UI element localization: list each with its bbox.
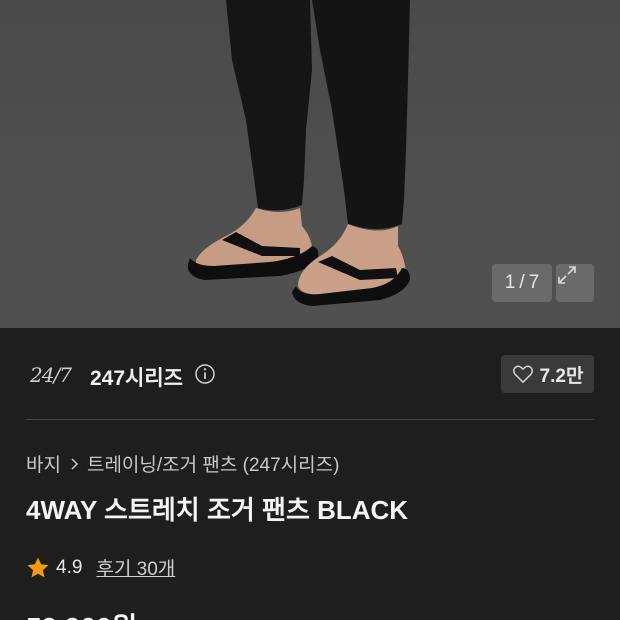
price: 59,900원: [26, 606, 137, 620]
divider: [26, 419, 594, 420]
product-title: 4WAY 스트레치 조거 팬츠 BLACK: [26, 495, 409, 525]
image-counter-total: 7: [528, 272, 540, 293]
brand-logo[interactable]: 24/7: [30, 363, 72, 387]
heart-icon: [512, 365, 533, 384]
right-pant-leg: [312, 0, 410, 229]
product-detail-page: 1 / 7 24/7 247시리즈 7.2만 바지 트레이닝/조거 팬츠 (24…: [0, 0, 620, 620]
breadcrumb-item-pants[interactable]: 바지: [26, 450, 61, 477]
brand-name[interactable]: 247시리즈: [90, 362, 183, 392]
expand-icon: [558, 266, 576, 284]
expand-button[interactable]: [556, 264, 594, 302]
product-image[interactable]: 1 / 7: [0, 0, 620, 328]
image-counter-current: 1: [504, 272, 516, 293]
like-button[interactable]: 7.2만: [501, 355, 594, 393]
star-icon: [27, 557, 49, 577]
image-counter: 1 / 7: [492, 264, 552, 302]
breadcrumb: 바지 트레이닝/조거 팬츠 (247시리즈): [26, 450, 339, 477]
rating-value: 4.9: [56, 556, 83, 578]
breadcrumb-item-category[interactable]: 트레이닝/조거 팬츠 (247시리즈): [87, 450, 339, 477]
chevron-right-icon: [71, 457, 79, 470]
left-pant-leg: [226, 0, 312, 211]
info-icon[interactable]: [194, 363, 216, 385]
image-counter-separator: /: [519, 272, 525, 293]
reviews-link[interactable]: 후기 30개: [96, 554, 175, 581]
like-count: 7.2만: [539, 365, 584, 387]
rating-row: 4.9 후기 30개: [26, 554, 175, 581]
